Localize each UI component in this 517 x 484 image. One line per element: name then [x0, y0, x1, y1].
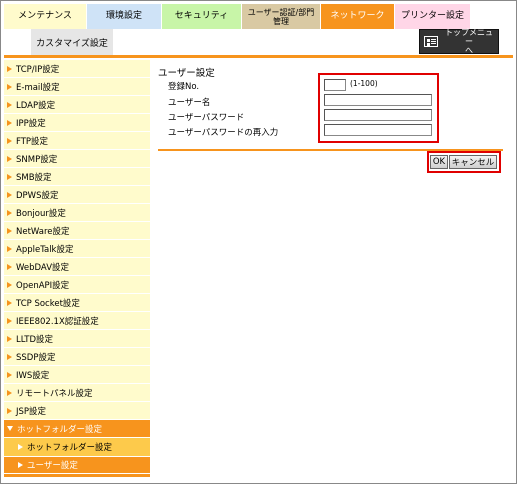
- arrow-right-icon: [7, 263, 12, 270]
- arrow-right-icon: [7, 299, 12, 306]
- sidebar-item-ssdp[interactable]: SSDP設定: [4, 348, 150, 366]
- tab-customize[interactable]: カスタマイズ設定: [31, 29, 113, 55]
- arrow-right-icon: [7, 209, 12, 216]
- sidebar-item-label: IPP設定: [16, 118, 46, 129]
- sidebar-item-netware[interactable]: NetWare設定: [4, 222, 150, 240]
- sidebar-section-hot-folder[interactable]: ホットフォルダー設定: [4, 420, 150, 438]
- sidebar-item-label: ホットフォルダー設定: [27, 443, 113, 453]
- arrow-right-icon: [7, 281, 12, 288]
- arrow-right-icon: [7, 245, 12, 252]
- arrow-right-icon: [7, 407, 12, 414]
- arrow-right-icon: [7, 173, 12, 180]
- arrow-right-icon: [7, 371, 12, 378]
- highlight-box-fields: [318, 73, 439, 143]
- arrow-right-icon: [7, 137, 12, 144]
- menu-list-icon: [424, 36, 438, 47]
- sidebar-item-label: JSP設定: [16, 406, 47, 417]
- arrow-right-icon: [7, 119, 12, 126]
- arrow-right-icon: [7, 227, 12, 234]
- sidebar-item-label: DPWS設定: [16, 190, 59, 201]
- tab-label: セキュリティ: [174, 11, 229, 21]
- page-title: ユーザー設定: [158, 68, 215, 79]
- sidebar-item-label: OpenAPI設定: [16, 280, 70, 291]
- tab-maintenance[interactable]: メンテナンス: [4, 4, 87, 29]
- sidebar-item-label: TCP Socket設定: [16, 298, 80, 309]
- sidebar-item-label: TCP/IP設定: [16, 64, 60, 75]
- arrow-down-icon: [7, 426, 13, 431]
- sidebar-item-label: SNMP設定: [16, 154, 58, 165]
- top-menu-button[interactable]: トップメニュー へ: [419, 28, 499, 55]
- sidebar-item-snmp[interactable]: SNMP設定: [4, 150, 150, 168]
- arrow-right-icon: [18, 462, 23, 468]
- sidebar-item-label: IEEE802.1X認証設定: [16, 316, 99, 327]
- sidebar-item-label: WebDAV設定: [16, 262, 70, 273]
- arrow-right-icon: [7, 335, 12, 342]
- top-menu-label-line1: トップメニュー: [445, 28, 493, 46]
- sidebar-item-tcp-socket[interactable]: TCP Socket設定: [4, 294, 150, 312]
- sidebar-subitem-user-settings[interactable]: ユーザー設定: [4, 457, 150, 474]
- sidebar-item-label: FTP設定: [16, 136, 49, 147]
- tab-security[interactable]: セキュリティ: [162, 4, 242, 29]
- sidebar: TCP/IP設定 E-mail設定 LDAP設定 IPP設定 FTP設定 SNM…: [4, 60, 150, 476]
- sidebar-item-tcpip[interactable]: TCP/IP設定: [4, 60, 150, 78]
- sidebar-item-label: AppleTalk設定: [16, 244, 74, 255]
- sidebar-item-label: SSDP設定: [16, 352, 56, 363]
- tab-label: ネットワーク: [330, 11, 385, 21]
- arrow-right-icon: [7, 155, 12, 162]
- top-menu-label-line2: へ: [465, 46, 473, 55]
- sidebar-item-smb[interactable]: SMB設定: [4, 168, 150, 186]
- top-menu-label: トップメニュー へ: [444, 28, 494, 55]
- sidebar-item-label: IWS設定: [16, 370, 50, 381]
- arrow-right-icon: [7, 317, 12, 324]
- sidebar-item-lltd[interactable]: LLTD設定: [4, 330, 150, 348]
- tab-printer[interactable]: プリンター設定: [395, 4, 471, 29]
- sidebar-subitem-hot-folder-settings[interactable]: ホットフォルダー設定: [4, 438, 150, 457]
- highlight-box-buttons: [427, 151, 501, 173]
- arrow-right-icon: [7, 83, 12, 90]
- tab-environment[interactable]: 環境設定: [87, 4, 162, 29]
- sidebar-item-email[interactable]: E-mail設定: [4, 78, 150, 96]
- tab-label-line1: ユーザー認証/部門: [247, 7, 315, 17]
- user-name-label: ユーザー名: [168, 98, 211, 108]
- tab-network[interactable]: ネットワーク: [321, 4, 395, 29]
- sidebar-item-webdav[interactable]: WebDAV設定: [4, 258, 150, 276]
- sidebar-item-label: リモートパネル設定: [16, 388, 93, 399]
- sidebar-item-ldap[interactable]: LDAP設定: [4, 96, 150, 114]
- sub-tab-label: カスタマイズ設定: [36, 38, 108, 49]
- sidebar-item-label: NetWare設定: [16, 226, 70, 237]
- arrow-right-icon: [18, 444, 23, 450]
- sidebar-bottom-line: [4, 474, 150, 477]
- sidebar-item-ipp[interactable]: IPP設定: [4, 114, 150, 132]
- sidebar-item-label: Bonjour設定: [16, 208, 66, 219]
- arrow-right-icon: [7, 101, 12, 108]
- sidebar-item-label: E-mail設定: [16, 82, 60, 93]
- tab-user-auth[interactable]: ユーザー認証/部門 管理: [242, 4, 321, 29]
- sidebar-item-ieee8021x[interactable]: IEEE802.1X認証設定: [4, 312, 150, 330]
- tab-label: 環境設定: [105, 11, 142, 21]
- tab-label-line2: 管理: [273, 16, 289, 26]
- sidebar-item-jsp[interactable]: JSP設定: [4, 402, 150, 420]
- sidebar-item-openapi[interactable]: OpenAPI設定: [4, 276, 150, 294]
- tab-label: メンテナンス: [18, 11, 72, 21]
- tab-label: プリンター設定: [400, 11, 464, 21]
- arrow-right-icon: [7, 65, 12, 72]
- sidebar-item-label: ユーザー設定: [27, 461, 78, 471]
- arrow-right-icon: [7, 353, 12, 360]
- registration-no-label: 登録No.: [168, 82, 200, 92]
- user-password-confirm-label: ユーザーパスワードの再入力: [168, 128, 279, 138]
- sidebar-item-label: SMB設定: [16, 172, 52, 183]
- sidebar-item-iws[interactable]: IWS設定: [4, 366, 150, 384]
- sidebar-item-label: ホットフォルダー設定: [17, 424, 103, 435]
- sidebar-item-label: LLTD設定: [16, 334, 54, 345]
- sidebar-item-ftp[interactable]: FTP設定: [4, 132, 150, 150]
- sidebar-item-appletalk[interactable]: AppleTalk設定: [4, 240, 150, 258]
- user-password-label: ユーザーパスワード: [168, 113, 245, 123]
- sidebar-item-bonjour[interactable]: Bonjour設定: [4, 204, 150, 222]
- sidebar-item-dpws[interactable]: DPWS設定: [4, 186, 150, 204]
- sidebar-item-remote-panel[interactable]: リモートパネル設定: [4, 384, 150, 402]
- arrow-right-icon: [7, 191, 12, 198]
- header-divider: [4, 55, 513, 58]
- arrow-right-icon: [7, 389, 12, 396]
- sidebar-item-label: LDAP設定: [16, 100, 56, 111]
